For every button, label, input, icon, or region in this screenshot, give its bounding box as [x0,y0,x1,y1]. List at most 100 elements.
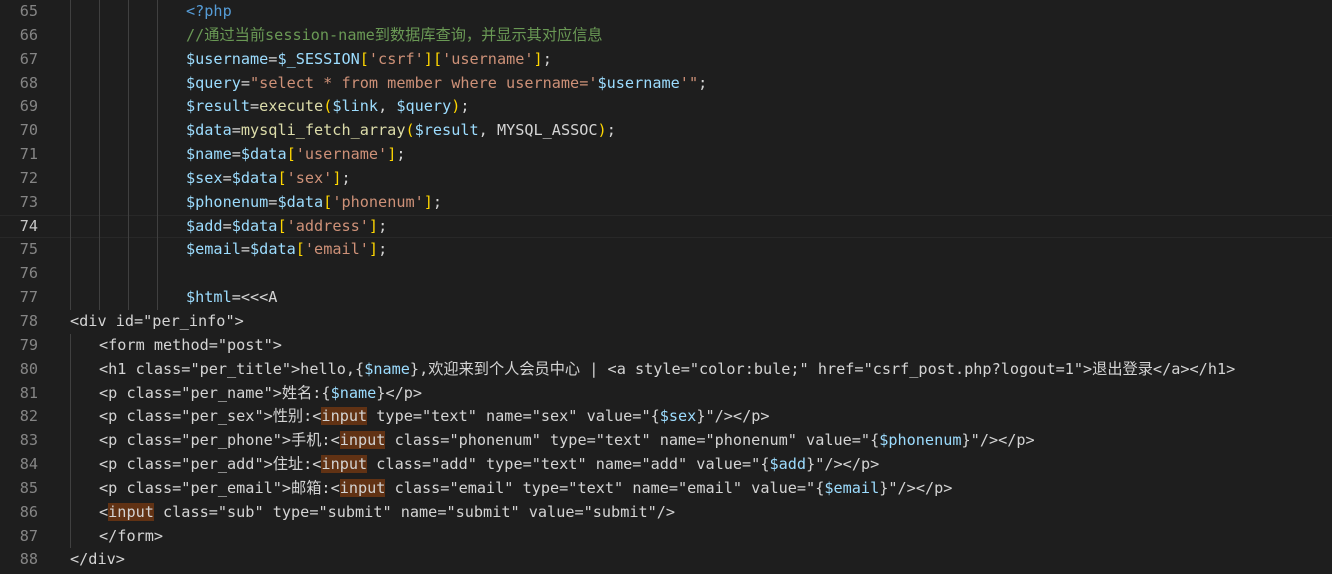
indent-guide [128,286,129,310]
indent-guide [99,166,100,191]
indent-guide [70,286,71,310]
indent-guide [157,47,158,72]
code-text: <form method="post"> [99,335,282,354]
indent-guide [157,286,158,310]
indent-guide [128,23,129,48]
line-number: 79 [19,335,38,354]
code-line[interactable]: 83 <p class="per_phone">手机:<input class="… [0,429,1332,454]
indent-guide [157,143,158,167]
line-number: 73 [19,192,38,211]
code-line[interactable]: 87 </form> [0,524,1332,549]
indent-guide [99,262,100,287]
code-line[interactable]: 81 <p class="per_name">姓名:{$name}</p> [0,381,1332,406]
indent-guide [70,190,71,215]
line-number: 76 [19,264,38,283]
code-text: <h1 class="per_title">hello,{$name},欢迎来到… [99,359,1236,378]
line-number: 83 [19,431,38,450]
code-line[interactable]: 72 $sex=$data['sex']; [0,166,1332,191]
line-number: 66 [19,25,38,44]
indent-guide [70,238,71,263]
indent-guide [99,143,100,167]
indent-guide [70,0,71,24]
indent-guide [157,190,158,215]
code-line[interactable]: 78 <div id="per_info"> [0,310,1332,334]
indent-guide [128,71,129,96]
indent-guide [70,71,71,96]
line-number: 68 [19,73,38,92]
code-text: <p class="per_phone">手机:<input class="ph… [99,431,1035,450]
code-line[interactable]: 85 <p class="per_email">邮箱:<input class="… [0,476,1332,501]
code-line[interactable]: 68 $query="select * from member where use… [0,71,1332,96]
indent-guide [128,119,129,144]
indent-guide [70,95,71,120]
code-text: $result=execute($link, $query); [186,97,470,116]
code-editor[interactable]: 65 <?php 66 //通过当前session-name到数据库查询，并显示其对应… [0,0,1332,574]
code-line[interactable]: 71 $name=$data['username']; [0,143,1332,167]
line-number: 85 [19,478,38,497]
code-line[interactable]: 69 $result=execute($link, $query); [0,95,1332,120]
line-number: 84 [19,455,38,474]
code-text: <p class="per_name">姓名:{$name}</p> [99,383,423,402]
indent-guide [157,238,158,263]
code-line[interactable]: 66 //通过当前session-name到数据库查询，并显示其对应信息 [0,23,1332,48]
indent-guide [70,23,71,48]
indent-guide [70,381,71,406]
line-number: 67 [19,49,38,68]
indent-guide [128,190,129,215]
indent-guide [70,476,71,501]
code-line[interactable]: 84 <p class="per_add">住址:<input class="ad… [0,453,1332,477]
code-line[interactable]: 80 <h1 class="per_title">hello,{$name},欢迎… [0,357,1332,382]
line-number: 74 [19,216,38,235]
indent-guide [70,500,71,525]
code-text: <p class="per_sex">性别:<input type="text"… [99,407,770,426]
line-number: 71 [19,145,38,164]
indent-guide [70,405,71,430]
code-line[interactable]: 70 $data=mysqli_fetch_array($result, MYSQ… [0,119,1332,144]
indent-guide [99,119,100,144]
code-text: <input class="sub" type="submit" name="s… [99,502,676,521]
code-text: <?php [186,2,232,20]
indent-guide [99,190,100,215]
code-line[interactable]: 65 <?php [0,0,1332,24]
code-line[interactable]: 74 $add=$data['address']; [0,214,1332,239]
line-number: 81 [19,383,38,402]
indent-guide [70,119,71,144]
line-number: 70 [19,121,38,140]
code-text: $sex=$data['sex']; [186,168,351,187]
indent-guide [99,23,100,48]
code-line[interactable]: 88 </div> [0,548,1332,572]
indent-guide [70,214,71,239]
code-line[interactable]: 76 [0,262,1332,287]
code-line[interactable]: 77 $html=<<<A [0,286,1332,310]
indent-guide [99,286,100,310]
code-line[interactable]: 82 <p class="per_sex">性别:<input type="tex… [0,405,1332,430]
line-number: 82 [19,407,38,426]
indent-guide [70,333,71,358]
code-line[interactable]: 73 $phonenum=$data['phonenum']; [0,190,1332,215]
indent-guide [99,238,100,263]
indent-guide [128,0,129,24]
code-line[interactable]: 86 <input class="sub" type="submit" name=… [0,500,1332,525]
code-line[interactable]: 67 $username=$_SESSION['csrf']['username'… [0,47,1332,72]
line-number: 87 [19,526,38,545]
line-number: 69 [19,97,38,116]
code-line[interactable]: 75 $email=$data['email']; [0,238,1332,263]
indent-guide [99,0,100,24]
code-text: //通过当前session-name到数据库查询，并显示其对应信息 [186,25,603,44]
indent-guide [70,453,71,477]
code-text: <p class="per_add">住址:<input class="add"… [99,455,880,474]
indent-guide [157,119,158,144]
indent-guide [128,214,129,239]
code-line[interactable]: 79 <form method="post"> [0,333,1332,358]
indent-guide [128,47,129,72]
line-number: 65 [19,2,38,20]
line-number: 86 [19,502,38,521]
indent-guide [157,214,158,239]
indent-guide [128,143,129,167]
indent-guide [99,214,100,239]
indent-guide [70,357,71,382]
code-text: <p class="per_email">邮箱:<input class="em… [99,478,953,497]
indent-guide [128,166,129,191]
line-number: 75 [19,240,38,259]
line-number: 88 [19,550,38,569]
